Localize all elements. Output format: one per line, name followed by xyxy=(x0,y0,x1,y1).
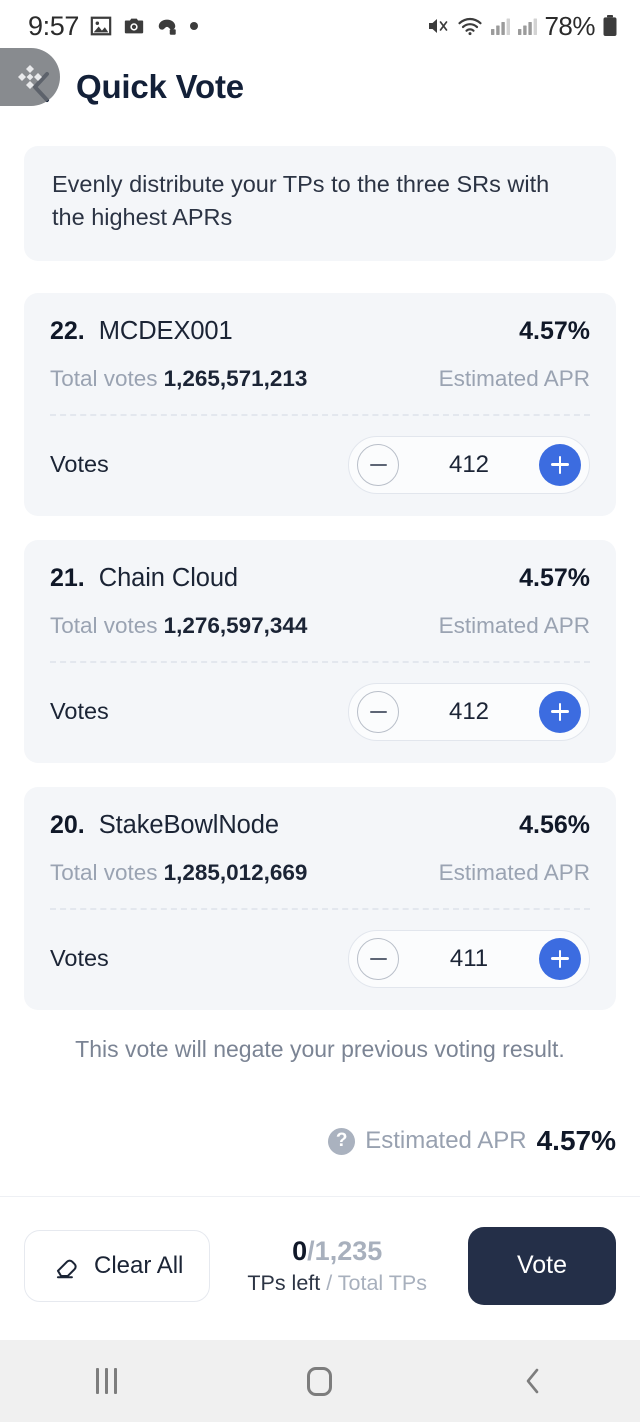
android-nav-bar xyxy=(0,1340,640,1422)
sr-total-votes-label: Total votes xyxy=(50,612,158,638)
sr-identity: 22. MCDEX001 xyxy=(50,317,233,346)
negate-notice: This vote will negate your previous voti… xyxy=(75,1035,565,1062)
sr-card[interactable]: 20. StakeBowlNode 4.56% Total votes 1,285… xyxy=(24,786,616,1010)
floating-assistant-widget[interactable] xyxy=(0,48,60,106)
recents-icon xyxy=(96,1368,118,1394)
recents-button[interactable] xyxy=(47,1340,167,1422)
sr-name: MCDEX001 xyxy=(98,316,233,345)
sr-rank: 22. xyxy=(50,316,85,345)
estimated-apr-label: Estimated APR xyxy=(365,1127,527,1154)
sr-apr-label: Estimated APR xyxy=(438,365,590,391)
tp-caption-left: TPs left xyxy=(247,1271,321,1296)
sr-card[interactable]: 21. Chain Cloud 4.57% Total votes 1,276,5… xyxy=(24,539,616,763)
home-button[interactable] xyxy=(260,1340,380,1422)
question-mark-icon[interactable]: ? xyxy=(328,1127,356,1155)
sr-apr-value: 4.57% xyxy=(519,316,590,345)
sr-name: Chain Cloud xyxy=(98,563,239,592)
votes-stepper-value[interactable]: 412 xyxy=(399,698,539,726)
sr-total-votes-value: 1,265,571,213 xyxy=(163,365,308,391)
bottom-action-bar: Clear All 0/1,235 TPs left / Total TPs V… xyxy=(0,1196,640,1334)
votes-label: Votes xyxy=(50,945,109,972)
home-icon xyxy=(307,1366,333,1396)
mute-icon xyxy=(429,19,448,33)
tps-total-value: 1,235 xyxy=(314,1235,383,1266)
sr-total-votes-label: Total votes xyxy=(50,859,158,885)
sr-card-subheader: Total votes 1,285,012,669 Estimated APR xyxy=(50,860,590,908)
sr-card-subheader: Total votes 1,265,571,213 Estimated APR xyxy=(50,366,590,414)
minus-icon[interactable] xyxy=(357,690,399,733)
signal-2-icon xyxy=(518,18,538,35)
plus-icon[interactable] xyxy=(539,443,581,486)
game-controller-icon xyxy=(158,19,176,35)
estimated-apr-summary: ? Estimated APR 4.57% xyxy=(0,1125,640,1157)
sr-card[interactable]: 22. MCDEX001 4.57% Total votes 1,265,571,… xyxy=(24,292,616,516)
sr-total-votes-value: 1,285,012,669 xyxy=(163,859,308,885)
votes-stepper[interactable]: 411 xyxy=(348,929,590,988)
clear-all-button[interactable]: Clear All xyxy=(24,1229,211,1302)
sr-rank: 20. xyxy=(50,810,85,839)
signal-1-icon xyxy=(491,18,511,35)
minus-icon[interactable] xyxy=(357,443,399,486)
sr-total-votes: Total votes 1,276,597,344 xyxy=(50,613,307,639)
tp-counter: 0/1,235 TPs left / Total TPs xyxy=(224,1235,454,1296)
tp-caption: TPs left / Total TPs xyxy=(224,1271,450,1296)
sr-card-subheader: Total votes 1,276,597,344 Estimated APR xyxy=(50,613,590,661)
sr-total-votes: Total votes 1,285,012,669 xyxy=(50,860,307,886)
main-content: Evenly distribute your TPs to the three … xyxy=(0,122,640,1063)
sr-apr-label: Estimated APR xyxy=(438,859,590,885)
tp-caption-separator: / xyxy=(320,1271,338,1296)
votes-label: Votes xyxy=(50,451,109,478)
sr-card-header: 20. StakeBowlNode 4.56% xyxy=(50,811,590,840)
image-icon xyxy=(90,16,112,36)
battery-percent-label: 78% xyxy=(544,10,595,41)
sr-rank: 21. xyxy=(50,563,85,592)
page-title: Quick Vote xyxy=(76,68,244,105)
sr-total-votes: Total votes 1,265,571,213 xyxy=(50,366,307,392)
nav-back-button[interactable] xyxy=(473,1340,593,1422)
tps-left-value: 0 xyxy=(292,1235,308,1266)
minus-icon[interactable] xyxy=(357,937,399,980)
votes-stepper-value[interactable]: 411 xyxy=(399,945,539,973)
diamond-logo-icon xyxy=(18,65,42,89)
sr-identity: 20. StakeBowlNode xyxy=(50,811,279,840)
votes-label: Votes xyxy=(50,698,109,725)
tps-separator: / xyxy=(307,1235,315,1266)
vote-button[interactable]: Vote xyxy=(468,1226,616,1305)
plus-icon[interactable] xyxy=(539,690,581,733)
plus-icon[interactable] xyxy=(539,937,581,980)
sr-total-votes-value: 1,276,597,344 xyxy=(163,612,308,638)
sr-name: StakeBowlNode xyxy=(98,810,279,839)
sr-card-header: 22. MCDEX001 4.57% xyxy=(50,317,590,346)
votes-stepper[interactable]: 412 xyxy=(348,435,590,494)
sr-card-header: 21. Chain Cloud 4.57% xyxy=(50,564,590,593)
wifi-icon xyxy=(458,17,483,36)
nav-back-icon xyxy=(527,1368,539,1394)
page-header: Quick Vote xyxy=(0,52,640,122)
clear-all-label: Clear All xyxy=(94,1251,184,1279)
battery-icon xyxy=(603,15,617,36)
sr-apr-label: Estimated APR xyxy=(438,612,590,638)
estimated-apr-value: 4.57% xyxy=(536,1125,616,1156)
votes-stepper-value[interactable]: 412 xyxy=(399,451,539,479)
votes-stepper[interactable]: 412 xyxy=(348,682,590,741)
sr-apr-value: 4.57% xyxy=(519,563,590,592)
camera-icon xyxy=(124,18,144,34)
status-bar-left: 9:57 xyxy=(28,11,199,42)
eraser-icon xyxy=(56,1259,77,1278)
sr-card-footer: Votes 412 xyxy=(50,663,590,763)
tp-caption-right: Total TPs xyxy=(337,1271,428,1296)
tp-counts: 0/1,235 xyxy=(224,1235,450,1267)
status-bar: 9:57 78% xyxy=(0,0,640,52)
dot-icon xyxy=(189,22,198,30)
sr-identity: 21. Chain Cloud xyxy=(50,564,238,593)
sr-apr-value: 4.56% xyxy=(519,810,590,839)
status-time: 9:57 xyxy=(28,10,79,41)
sr-total-votes-label: Total votes xyxy=(50,365,158,391)
notice-banner: Evenly distribute your TPs to the three … xyxy=(24,146,616,261)
status-bar-right: 78% xyxy=(426,11,618,42)
sr-card-footer: Votes 411 xyxy=(50,910,590,1010)
sr-card-footer: Votes 412 xyxy=(50,416,590,516)
